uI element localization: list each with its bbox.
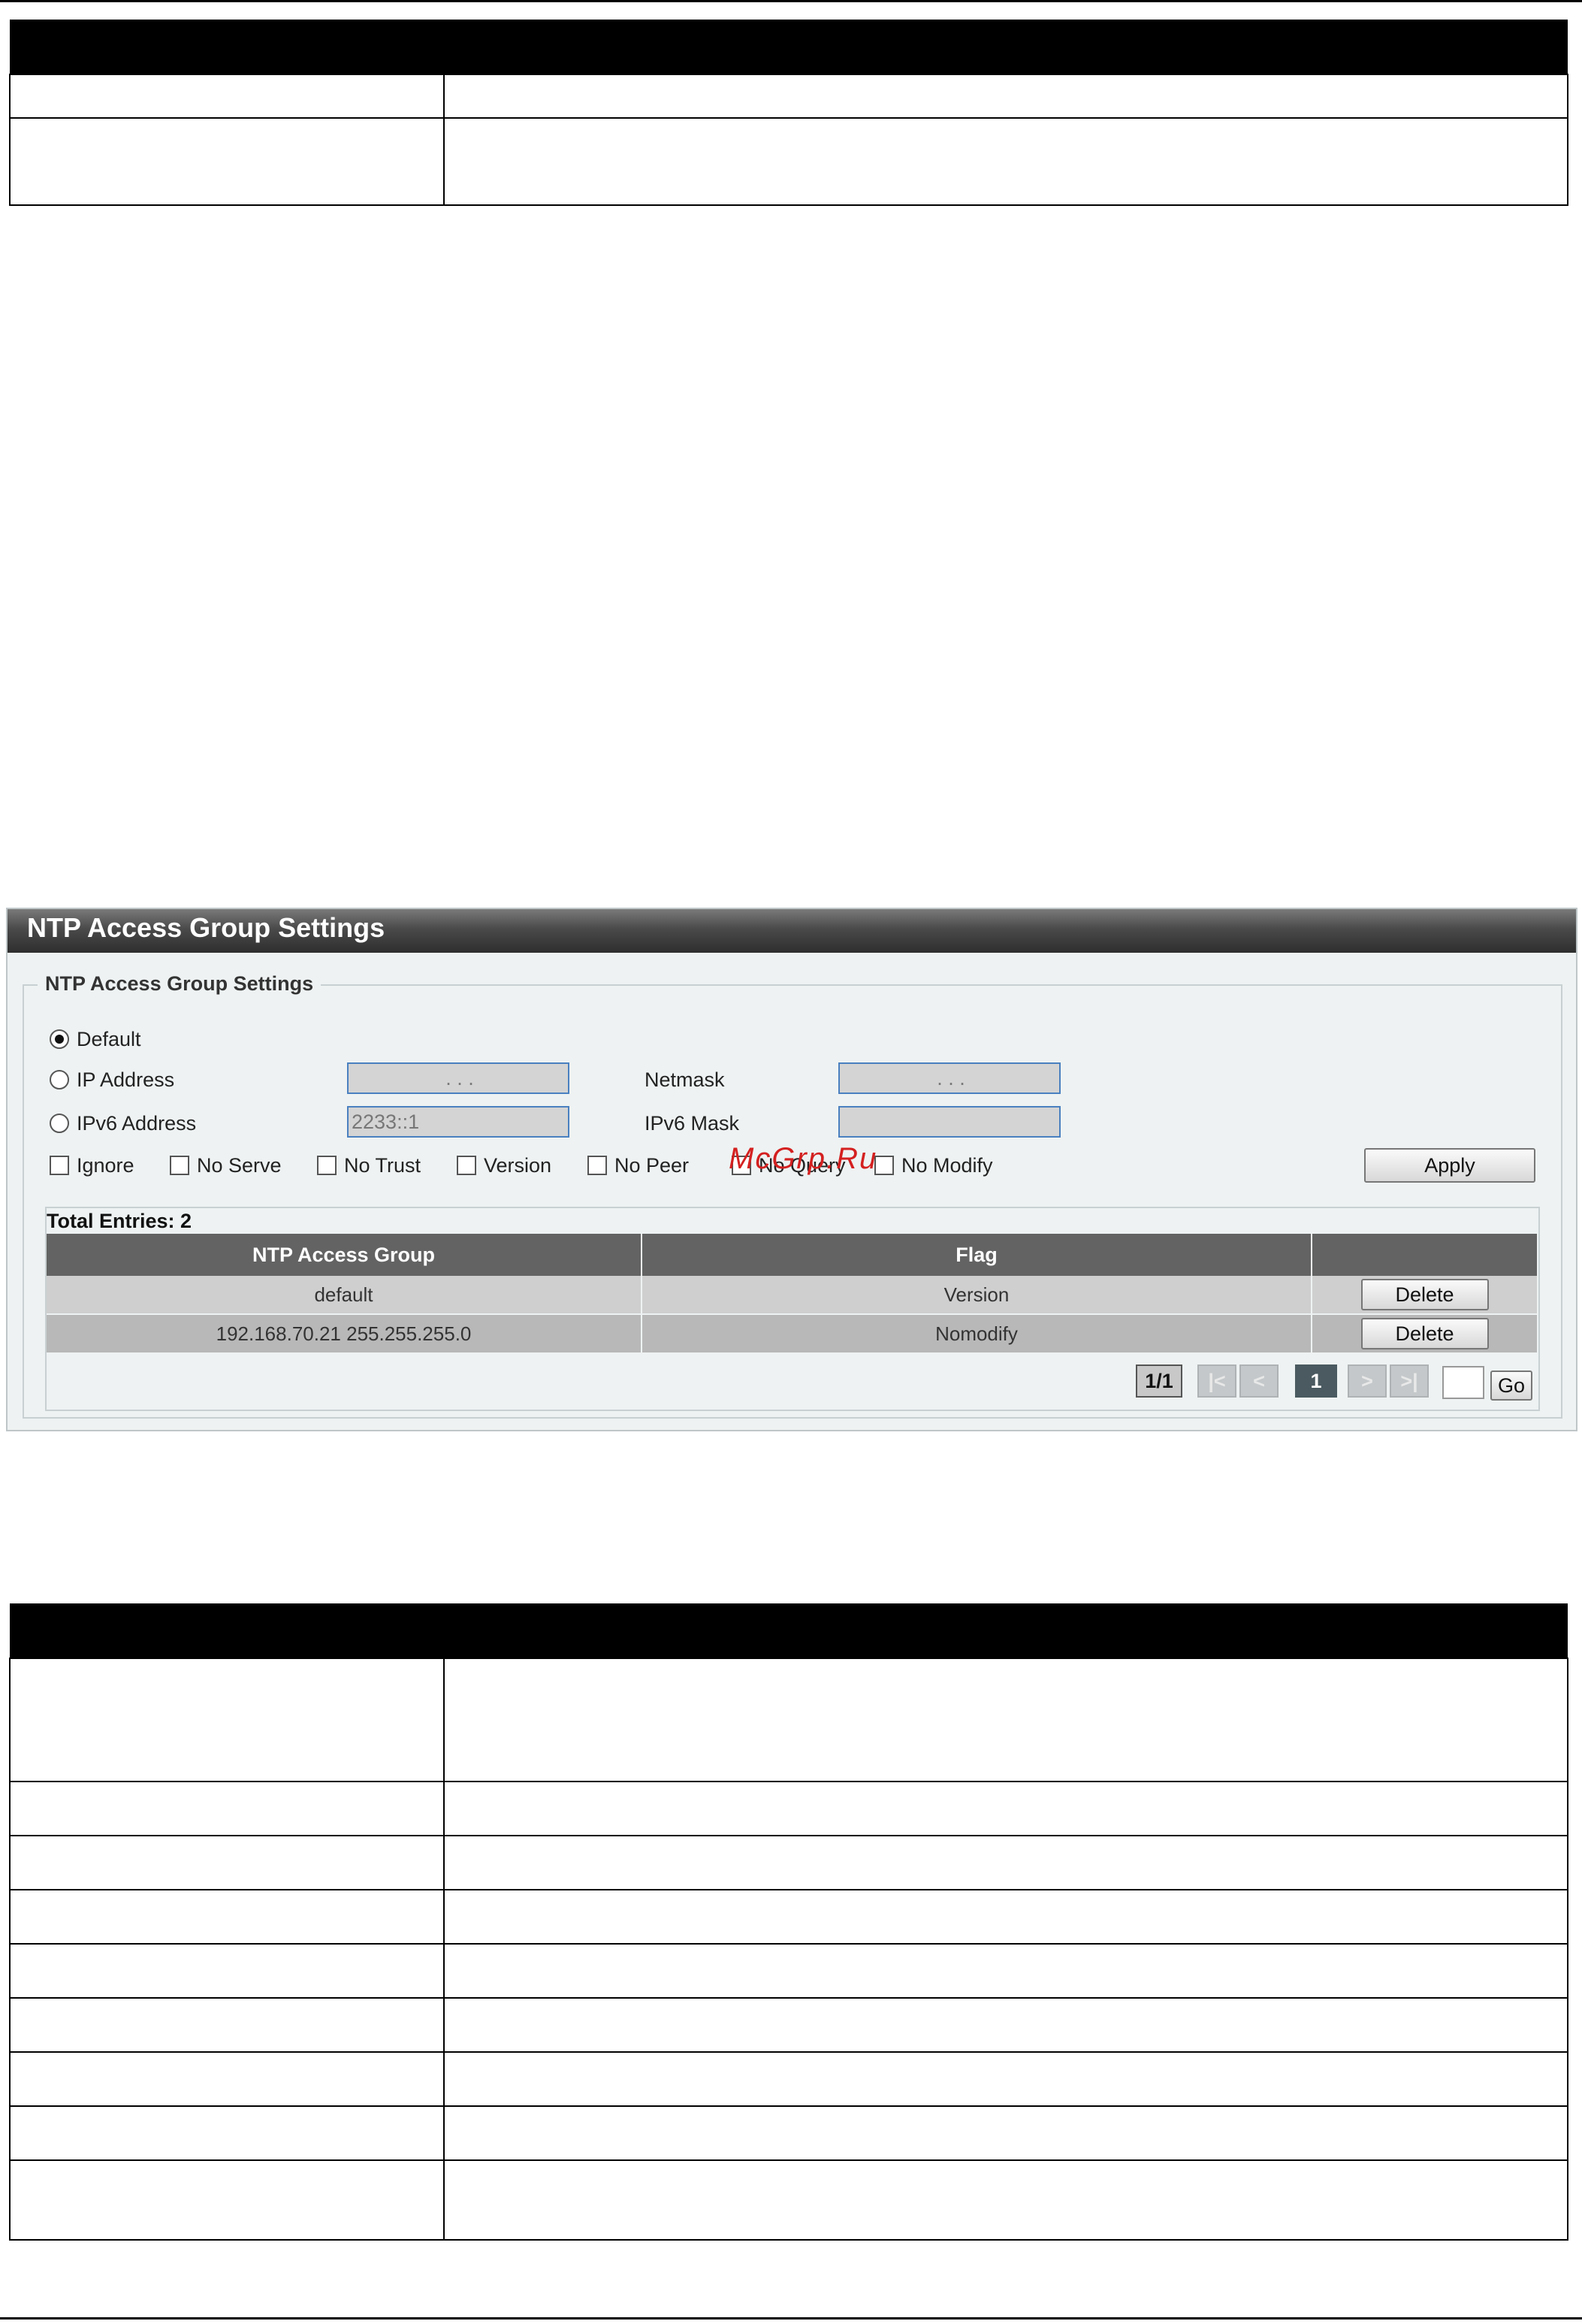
first-page-button[interactable]: |< bbox=[1197, 1364, 1236, 1398]
ntp-access-group-panel: NTP Access Group Settings NTP Access Gro… bbox=[6, 908, 1577, 1431]
action-cell: Delete bbox=[1312, 1314, 1538, 1354]
parameter-table-bottom bbox=[9, 1603, 1568, 2241]
fieldset-legend: NTP Access Group Settings bbox=[38, 972, 322, 996]
bottom-rule bbox=[0, 2317, 1582, 2319]
table-cell bbox=[9, 1889, 445, 1945]
action-cell: Delete bbox=[1312, 1276, 1538, 1315]
table-cell bbox=[9, 74, 445, 119]
ip-address-label: IP Address bbox=[77, 1068, 175, 1091]
table-cell bbox=[443, 117, 1568, 206]
table-cell bbox=[443, 1658, 1568, 1782]
ipv6-address-input[interactable]: 2233::1 bbox=[347, 1106, 569, 1138]
header-cell bbox=[444, 20, 1568, 74]
table-cell bbox=[443, 1835, 1568, 1890]
table-cell bbox=[443, 1943, 1568, 1999]
table-cell bbox=[443, 2105, 1568, 2161]
table-cell bbox=[9, 117, 445, 206]
group-cell: 192.168.70.21 255.255.255.0 bbox=[47, 1314, 642, 1354]
no-trust-checkbox[interactable] bbox=[317, 1156, 337, 1175]
header-cell bbox=[10, 20, 444, 74]
version-checkbox[interactable] bbox=[457, 1156, 476, 1175]
ipv6-address-radio[interactable] bbox=[50, 1114, 69, 1133]
access-group-table: NTP Access Group Flag default Version De… bbox=[47, 1234, 1538, 1354]
table-cell bbox=[443, 1781, 1568, 1836]
watermark-text: McGrp.Ru bbox=[729, 1142, 878, 1175]
table-cell bbox=[9, 2051, 445, 2107]
prev-page-button[interactable]: < bbox=[1239, 1364, 1279, 1398]
table-cell bbox=[443, 2051, 1568, 2107]
version-label: Version bbox=[484, 1154, 552, 1177]
table-cell bbox=[443, 2159, 1568, 2241]
ignore-label: Ignore bbox=[77, 1154, 134, 1177]
table-cell bbox=[9, 2159, 445, 2241]
default-radio[interactable] bbox=[50, 1029, 69, 1049]
table-cell bbox=[9, 1835, 445, 1890]
table-cell bbox=[443, 74, 1568, 119]
page-count: 1/1 bbox=[1136, 1364, 1182, 1398]
total-entries: Total Entries: 2 bbox=[47, 1210, 192, 1232]
ignore-checkbox[interactable] bbox=[50, 1156, 69, 1175]
table-row: default Version Delete bbox=[47, 1276, 1538, 1315]
ipv6-mask-input[interactable] bbox=[838, 1106, 1061, 1138]
ip-address-radio[interactable] bbox=[50, 1070, 69, 1089]
group-cell: default bbox=[47, 1276, 642, 1315]
last-page-button[interactable]: >| bbox=[1390, 1364, 1429, 1398]
header-cell bbox=[444, 1603, 1568, 1658]
ip-address-input[interactable]: . . . bbox=[347, 1062, 569, 1094]
no-serve-label: No Serve bbox=[197, 1154, 282, 1177]
column-header-group: NTP Access Group bbox=[47, 1234, 642, 1276]
table-cell bbox=[9, 1943, 445, 1999]
no-serve-checkbox[interactable] bbox=[170, 1156, 189, 1175]
go-button[interactable]: Go bbox=[1490, 1371, 1532, 1401]
no-trust-label: No Trust bbox=[344, 1154, 421, 1177]
table-cell bbox=[9, 2105, 445, 2161]
panel-title: NTP Access Group Settings bbox=[8, 909, 1576, 953]
table-cell bbox=[443, 1997, 1568, 2053]
ipv6-mask-label: IPv6 Mask bbox=[645, 1112, 740, 1135]
next-page-button[interactable]: > bbox=[1348, 1364, 1387, 1398]
flag-cell: Nomodify bbox=[642, 1314, 1312, 1354]
header-cell bbox=[10, 1603, 444, 1658]
column-header-action bbox=[1312, 1234, 1538, 1276]
no-peer-checkbox[interactable] bbox=[587, 1156, 607, 1175]
table-cell bbox=[9, 1781, 445, 1836]
table-cell bbox=[443, 1889, 1568, 1945]
netmask-label: Netmask bbox=[645, 1068, 725, 1091]
default-label: Default bbox=[77, 1028, 141, 1050]
delete-button[interactable]: Delete bbox=[1360, 1279, 1489, 1310]
table-cell bbox=[9, 1997, 445, 2053]
table-cell bbox=[9, 1658, 445, 1782]
current-page-button[interactable]: 1 bbox=[1295, 1364, 1337, 1398]
top-rule bbox=[0, 0, 1582, 2]
page-number-input[interactable] bbox=[1442, 1366, 1484, 1399]
parameter-table-top bbox=[9, 20, 1568, 206]
no-modify-label: No Modify bbox=[901, 1154, 993, 1177]
column-header-flag: Flag bbox=[642, 1234, 1312, 1276]
delete-button[interactable]: Delete bbox=[1360, 1318, 1489, 1349]
no-peer-label: No Peer bbox=[614, 1154, 690, 1177]
apply-button[interactable]: Apply bbox=[1364, 1148, 1535, 1183]
flag-cell: Version bbox=[642, 1276, 1312, 1315]
netmask-input[interactable]: . . . bbox=[838, 1062, 1061, 1094]
ipv6-address-label: IPv6 Address bbox=[77, 1112, 197, 1135]
table-row: 192.168.70.21 255.255.255.0 Nomodify Del… bbox=[47, 1314, 1538, 1354]
